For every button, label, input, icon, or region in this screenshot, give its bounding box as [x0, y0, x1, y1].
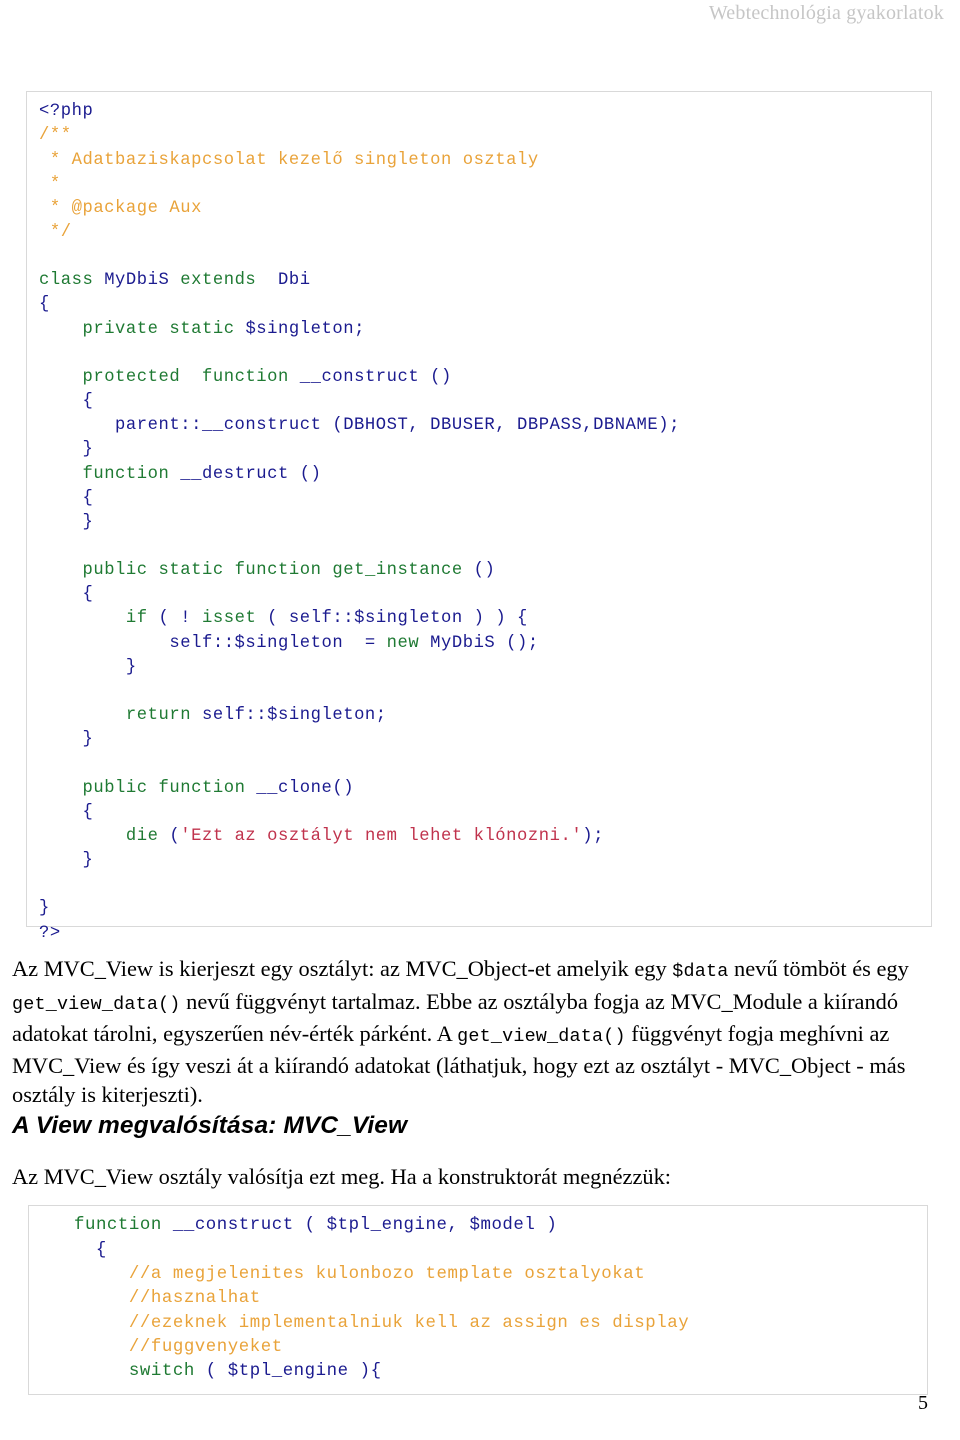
- code-token: __construct (): [288, 367, 452, 387]
- code-token: //ezeknek implementalniuk kell az assign…: [128, 1313, 690, 1333]
- code-token: extends: [180, 271, 257, 291]
- text-run: Az MVC_View osztály valósítja ezt meg. H…: [12, 1164, 671, 1190]
- code-token: self::$singleton =: [39, 633, 387, 653]
- text-run: Az MVC_View is kierjeszt egy osztályt: a…: [12, 956, 673, 982]
- code-token: }: [39, 730, 94, 750]
- code-token: }: [39, 512, 94, 532]
- code-token: private static: [82, 319, 235, 339]
- code-token: }: [39, 851, 94, 871]
- code-token: * Adatbaziskapcsolat kezelő singleton os…: [39, 150, 539, 170]
- code-token: MyDbiS ();: [419, 633, 539, 653]
- code-token: new: [386, 633, 420, 653]
- code-token: }: [39, 440, 94, 460]
- code-token: //hasznalhat: [128, 1289, 261, 1309]
- code-token: (): [462, 561, 496, 581]
- code-token: protected function: [82, 367, 289, 387]
- running-header-title: Webtechnológia gyakorlatok: [708, 2, 944, 24]
- inline-code: $data: [672, 961, 729, 983]
- page-number: 5: [918, 1392, 928, 1414]
- code-token: );: [582, 826, 604, 846]
- inline-code: get_view_data(): [457, 1025, 626, 1047]
- code-token: Dbi: [256, 271, 311, 291]
- code-token: * @package Aux: [39, 198, 202, 218]
- code-token: self::$singleton;: [191, 706, 387, 726]
- paragraph-constructor-intro: Az MVC_View osztály valósítja ezt meg. H…: [12, 1162, 934, 1191]
- code-token: function: [73, 1216, 162, 1236]
- code-token: }: [39, 899, 50, 919]
- code-token: *: [39, 174, 61, 194]
- code-token: */: [39, 222, 72, 242]
- code-block-mvc-view-construct: function __construct ( $tpl_engine, $mod…: [28, 1205, 928, 1396]
- code-token: /**: [39, 126, 72, 146]
- code-token: }: [39, 657, 137, 677]
- code-token: //a megjelenites kulonbozo template oszt…: [128, 1264, 646, 1284]
- code-token: {: [39, 295, 50, 315]
- code-token: (: [158, 826, 181, 846]
- code-token: if: [125, 609, 148, 629]
- code-token: isset: [201, 609, 257, 629]
- code-token: __construct ( $tpl_engine, $model ): [161, 1216, 558, 1236]
- code-token: {: [39, 392, 94, 412]
- paragraph-mvc-view-description: Az MVC_View is kierjeszt egy osztályt: a…: [12, 954, 934, 1109]
- code-token: parent::__construct (DBHOST, DBUSER, DBP…: [39, 416, 680, 436]
- code-token: <?php: [39, 102, 94, 122]
- code-token: __destruct (): [169, 464, 322, 484]
- code-token: die: [125, 826, 159, 846]
- code-token: __clone(): [245, 778, 355, 798]
- code-token: ( !: [147, 609, 202, 629]
- code-token: class: [39, 271, 94, 291]
- code-token: public function: [82, 778, 246, 798]
- section-heading-view-implementation: A View megvalósítása: MVC_View: [12, 1112, 408, 1140]
- code-token: ( $tpl_engine ){: [194, 1362, 382, 1382]
- inline-code: get_view_data(): [12, 993, 181, 1015]
- header-divider: [0, 33, 960, 34]
- code-block-mydbis-singleton: <?php /** * Adatbaziskapcsolat kezelő si…: [26, 91, 932, 943]
- code-token: MyDbiS: [93, 271, 181, 291]
- text-run: nevű tömböt és egy: [728, 956, 909, 982]
- code-token: {: [41, 1240, 107, 1260]
- code-token: $singleton;: [234, 319, 365, 339]
- code-token: return: [125, 706, 192, 726]
- code-token: {: [39, 488, 94, 508]
- code-token: 'Ezt az osztályt nem lehet klónozni.': [180, 826, 583, 846]
- code-token: get_instance: [332, 561, 463, 581]
- code-token: ( self::$singleton ) ) {: [256, 609, 528, 629]
- code-token: {: [39, 585, 94, 605]
- code-token: function: [82, 464, 170, 484]
- code-token: //fuggvenyeket: [128, 1337, 283, 1357]
- code-token: ?>: [39, 923, 61, 943]
- code-token: public static function: [82, 561, 322, 581]
- code-token: {: [39, 802, 94, 822]
- code-token: switch: [128, 1362, 195, 1382]
